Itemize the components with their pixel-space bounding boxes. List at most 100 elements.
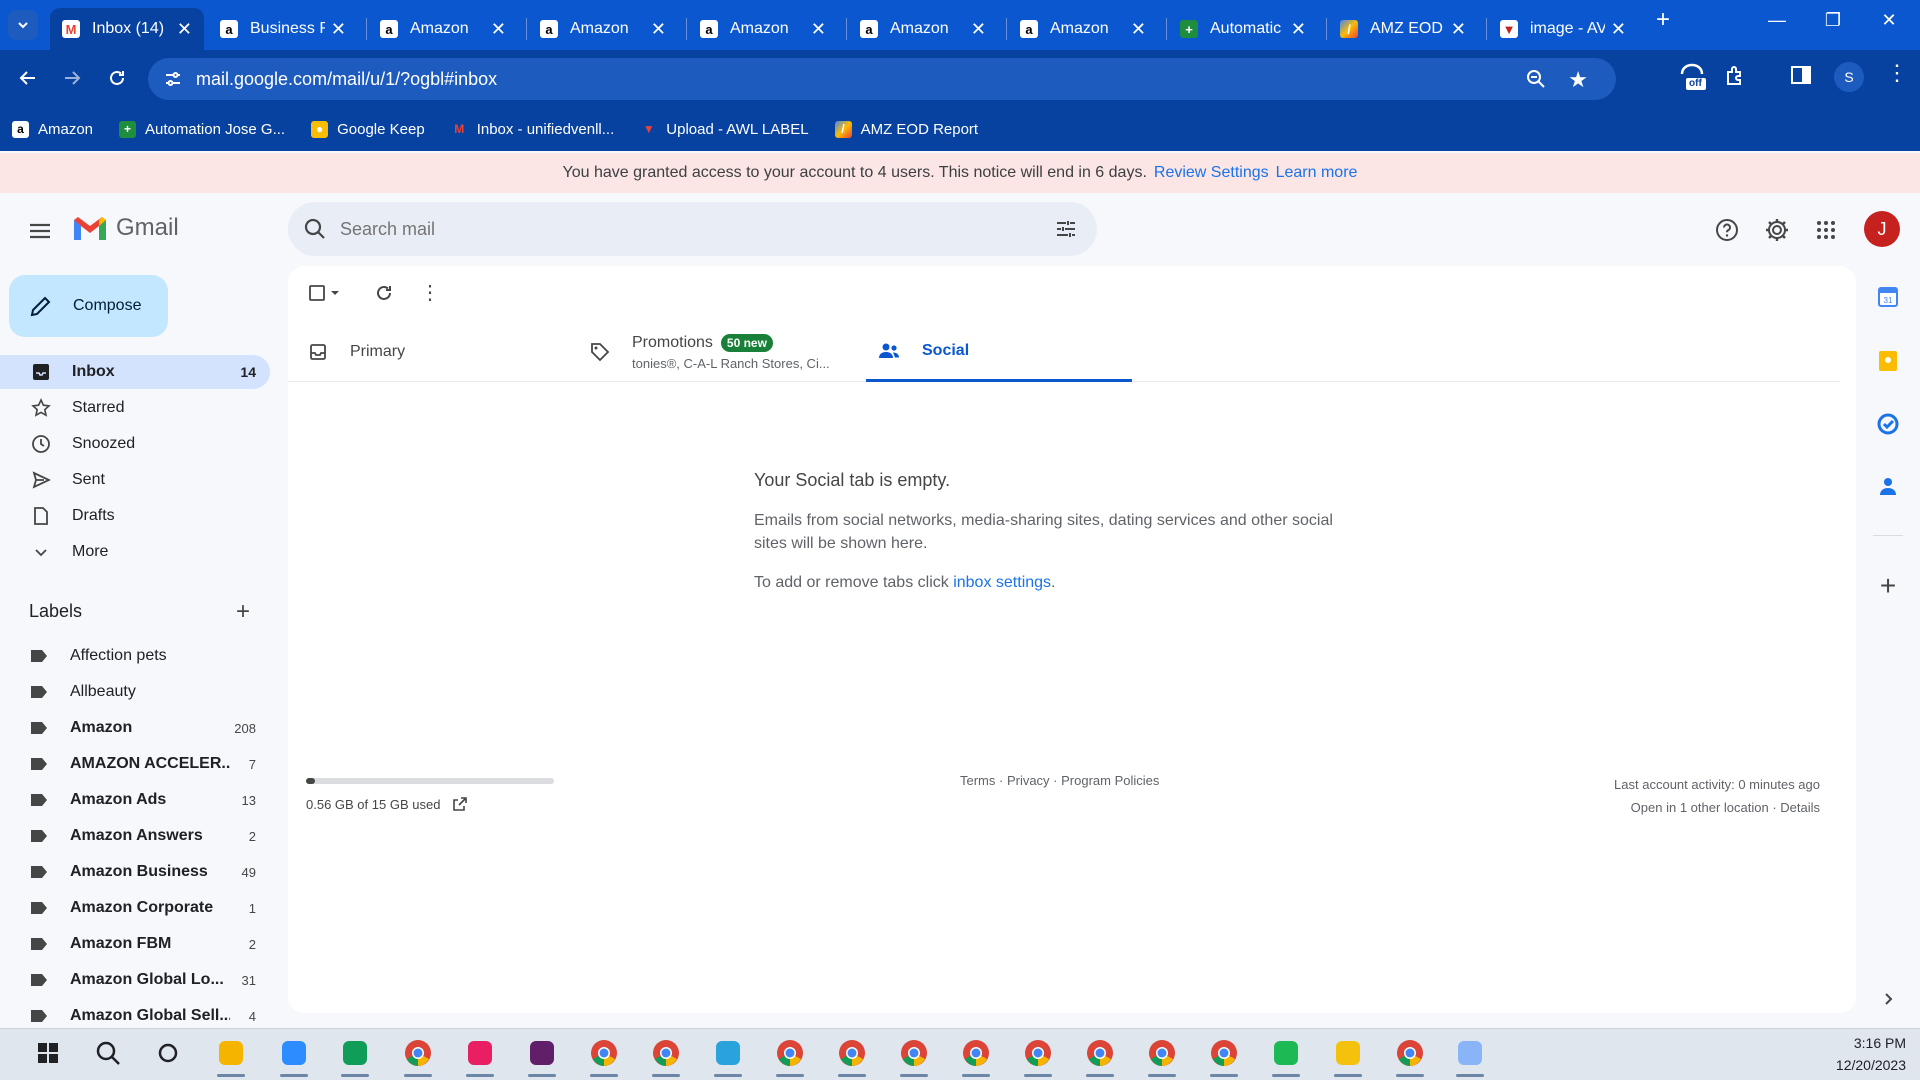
profile-button[interactable]: S <box>1834 62 1864 92</box>
new-tab-button[interactable]: + <box>1643 6 1683 34</box>
taskbar-app-chrome[interactable] <box>1082 1035 1118 1077</box>
sidebar-item-drafts[interactable]: Drafts <box>0 499 270 533</box>
close-icon[interactable]: ✕ <box>491 19 506 40</box>
taskbar-app-chrome[interactable] <box>772 1035 808 1077</box>
sidebar-item-snoozed[interactable]: Snoozed <box>0 427 270 461</box>
contacts-addon[interactable] <box>1875 473 1901 499</box>
taskbar-app-chrome[interactable] <box>400 1035 436 1077</box>
zoom-icon[interactable] <box>1526 69 1546 89</box>
taskbar-app-chrome[interactable] <box>834 1035 870 1077</box>
sidebar-label-item[interactable]: Affection pets <box>0 639 270 673</box>
close-icon[interactable]: ✕ <box>811 19 826 40</box>
taskbar-app-zoom[interactable] <box>276 1035 312 1077</box>
taskbar-app-chrome[interactable] <box>896 1035 932 1077</box>
search-input[interactable] <box>340 218 1020 240</box>
support-button[interactable] <box>1712 215 1742 245</box>
search-icon[interactable] <box>304 218 326 240</box>
system-clock[interactable]: 3:16 PM 12/20/2023 <box>1836 1032 1906 1076</box>
sidebar-label-item[interactable]: Amazon Business 49 <box>0 855 270 889</box>
close-icon[interactable]: ✕ <box>1451 19 1466 40</box>
hide-side-panel-button[interactable] <box>1875 986 1901 1012</box>
sidebar-label-item[interactable]: Amazon Ads 13 <box>0 783 270 817</box>
apps-button[interactable] <box>1811 215 1841 245</box>
external-link-icon[interactable] <box>452 796 468 812</box>
browser-tab[interactable]: a Amazon ✕ <box>1008 8 1158 50</box>
taskbar-app-chrome[interactable] <box>1206 1035 1242 1077</box>
close-icon[interactable]: ✕ <box>651 19 666 40</box>
extension-off-icon[interactable]: off <box>1678 62 1706 92</box>
close-window-button[interactable]: ✕ <box>1869 10 1909 31</box>
tasks-addon[interactable] <box>1875 411 1901 437</box>
browser-tab[interactable]: a Amazon ✕ <box>528 8 678 50</box>
back-button[interactable] <box>12 62 44 94</box>
minimize-button[interactable]: — <box>1757 10 1797 31</box>
menu-button[interactable]: ⋮ <box>1886 60 1908 86</box>
extensions-button[interactable] <box>1724 64 1748 88</box>
close-icon[interactable]: ✕ <box>1291 19 1306 40</box>
footer-links[interactable]: Terms · Privacy · Program Policies <box>960 773 1159 788</box>
sidebar-item-inbox[interactable]: Inbox 14 <box>0 355 270 389</box>
browser-tab[interactable]: + Automatic ✕ <box>1168 8 1318 50</box>
close-icon[interactable]: ✕ <box>1611 19 1626 40</box>
bookmark[interactable]: ● Google Keep <box>311 120 425 138</box>
tab-primary[interactable]: Primary <box>308 322 548 382</box>
taskbar-app-chrome[interactable] <box>648 1035 684 1077</box>
bookmark[interactable]: M Inbox - unifiedvenll... <box>451 121 614 138</box>
calendar-addon[interactable]: 31 <box>1875 284 1901 310</box>
taskbar-app-chrome[interactable] <box>958 1035 994 1077</box>
sidebar-item-sent[interactable]: Sent <box>0 463 270 497</box>
taskbar-app-windows-start[interactable] <box>30 1035 66 1071</box>
reload-button[interactable] <box>101 62 133 94</box>
taskbar-app-chrome[interactable] <box>1392 1035 1428 1077</box>
search-options-icon[interactable] <box>1055 218 1077 240</box>
bookmark[interactable]: + Automation Jose G... <box>119 120 285 138</box>
sidebar-item-more[interactable]: More <box>0 535 270 569</box>
sidebar-label-item[interactable]: Allbeauty <box>0 675 270 709</box>
taskbar-app-file-explorer[interactable] <box>213 1035 249 1077</box>
taskbar-app-slack[interactable] <box>524 1035 560 1077</box>
taskbar-app-edge[interactable] <box>337 1035 373 1077</box>
side-panel-button[interactable] <box>1790 64 1812 86</box>
taskbar-app-paint[interactable] <box>1452 1035 1488 1077</box>
browser-tab[interactable]: a Amazon ✕ <box>848 8 998 50</box>
select-all-checkbox[interactable] <box>308 284 340 302</box>
taskbar-app-chrome[interactable] <box>586 1035 622 1077</box>
sidebar-label-item[interactable]: Amazon Answers 2 <box>0 819 270 853</box>
browser-tab[interactable]: M Inbox (14) ✕ <box>50 8 204 50</box>
site-info-icon[interactable] <box>164 70 182 88</box>
close-icon[interactable]: ✕ <box>1131 19 1146 40</box>
browser-tab[interactable]: / AMZ EOD ✕ <box>1328 8 1478 50</box>
browser-tab[interactable]: a Amazon ✕ <box>688 8 838 50</box>
gmail-logo[interactable]: Gmail <box>72 214 179 242</box>
browser-tab[interactable]: a Amazon ✕ <box>368 8 518 50</box>
create-label-button[interactable]: + <box>236 598 250 626</box>
sidebar-label-item[interactable]: Amazon FBM 2 <box>0 927 270 961</box>
activity-details-link[interactable]: Open in 1 other location · Details <box>1614 796 1820 819</box>
browser-tab[interactable]: ▼ image - AV ✕ <box>1488 8 1638 50</box>
bookmark[interactable]: / AMZ EOD Report <box>834 120 978 138</box>
sidebar-label-item[interactable]: Amazon Global Lo... 31 <box>0 963 270 997</box>
close-icon[interactable]: ✕ <box>177 19 192 40</box>
tab-search-button[interactable] <box>8 10 38 40</box>
settings-button[interactable] <box>1762 215 1792 245</box>
get-addons-button[interactable]: + <box>1875 570 1901 601</box>
bookmark[interactable]: ▼ Upload - AWL LABEL <box>640 121 809 138</box>
refresh-button[interactable] <box>374 283 394 303</box>
address-bar[interactable]: mail.google.com/mail/u/1/?ogbl#inbox ★ <box>148 58 1616 100</box>
sidebar-item-starred[interactable]: Starred <box>0 391 270 425</box>
taskbar-app-chrome[interactable] <box>1020 1035 1056 1077</box>
browser-tab[interactable]: a Business R ✕ <box>208 8 358 50</box>
tab-promotions[interactable]: Promotions 50 new tonies®, C-A-L Ranch S… <box>590 322 840 382</box>
review-settings-link[interactable]: Review Settings <box>1154 164 1269 182</box>
close-icon[interactable]: ✕ <box>971 19 986 40</box>
compose-button[interactable]: Compose <box>9 275 168 337</box>
tab-social[interactable]: Social <box>866 322 1132 382</box>
taskbar-app-search[interactable] <box>90 1035 126 1071</box>
keep-addon[interactable] <box>1875 348 1901 374</box>
sidebar-label-item[interactable]: Amazon Corporate 1 <box>0 891 270 925</box>
bookmark[interactable]: a Amazon <box>12 120 93 138</box>
taskbar-app-spotify[interactable] <box>1268 1035 1304 1077</box>
taskbar-app-task-view[interactable] <box>150 1035 186 1071</box>
taskbar-app-sticky-notes[interactable] <box>1330 1035 1366 1077</box>
taskbar-app-telegram[interactable] <box>710 1035 746 1077</box>
